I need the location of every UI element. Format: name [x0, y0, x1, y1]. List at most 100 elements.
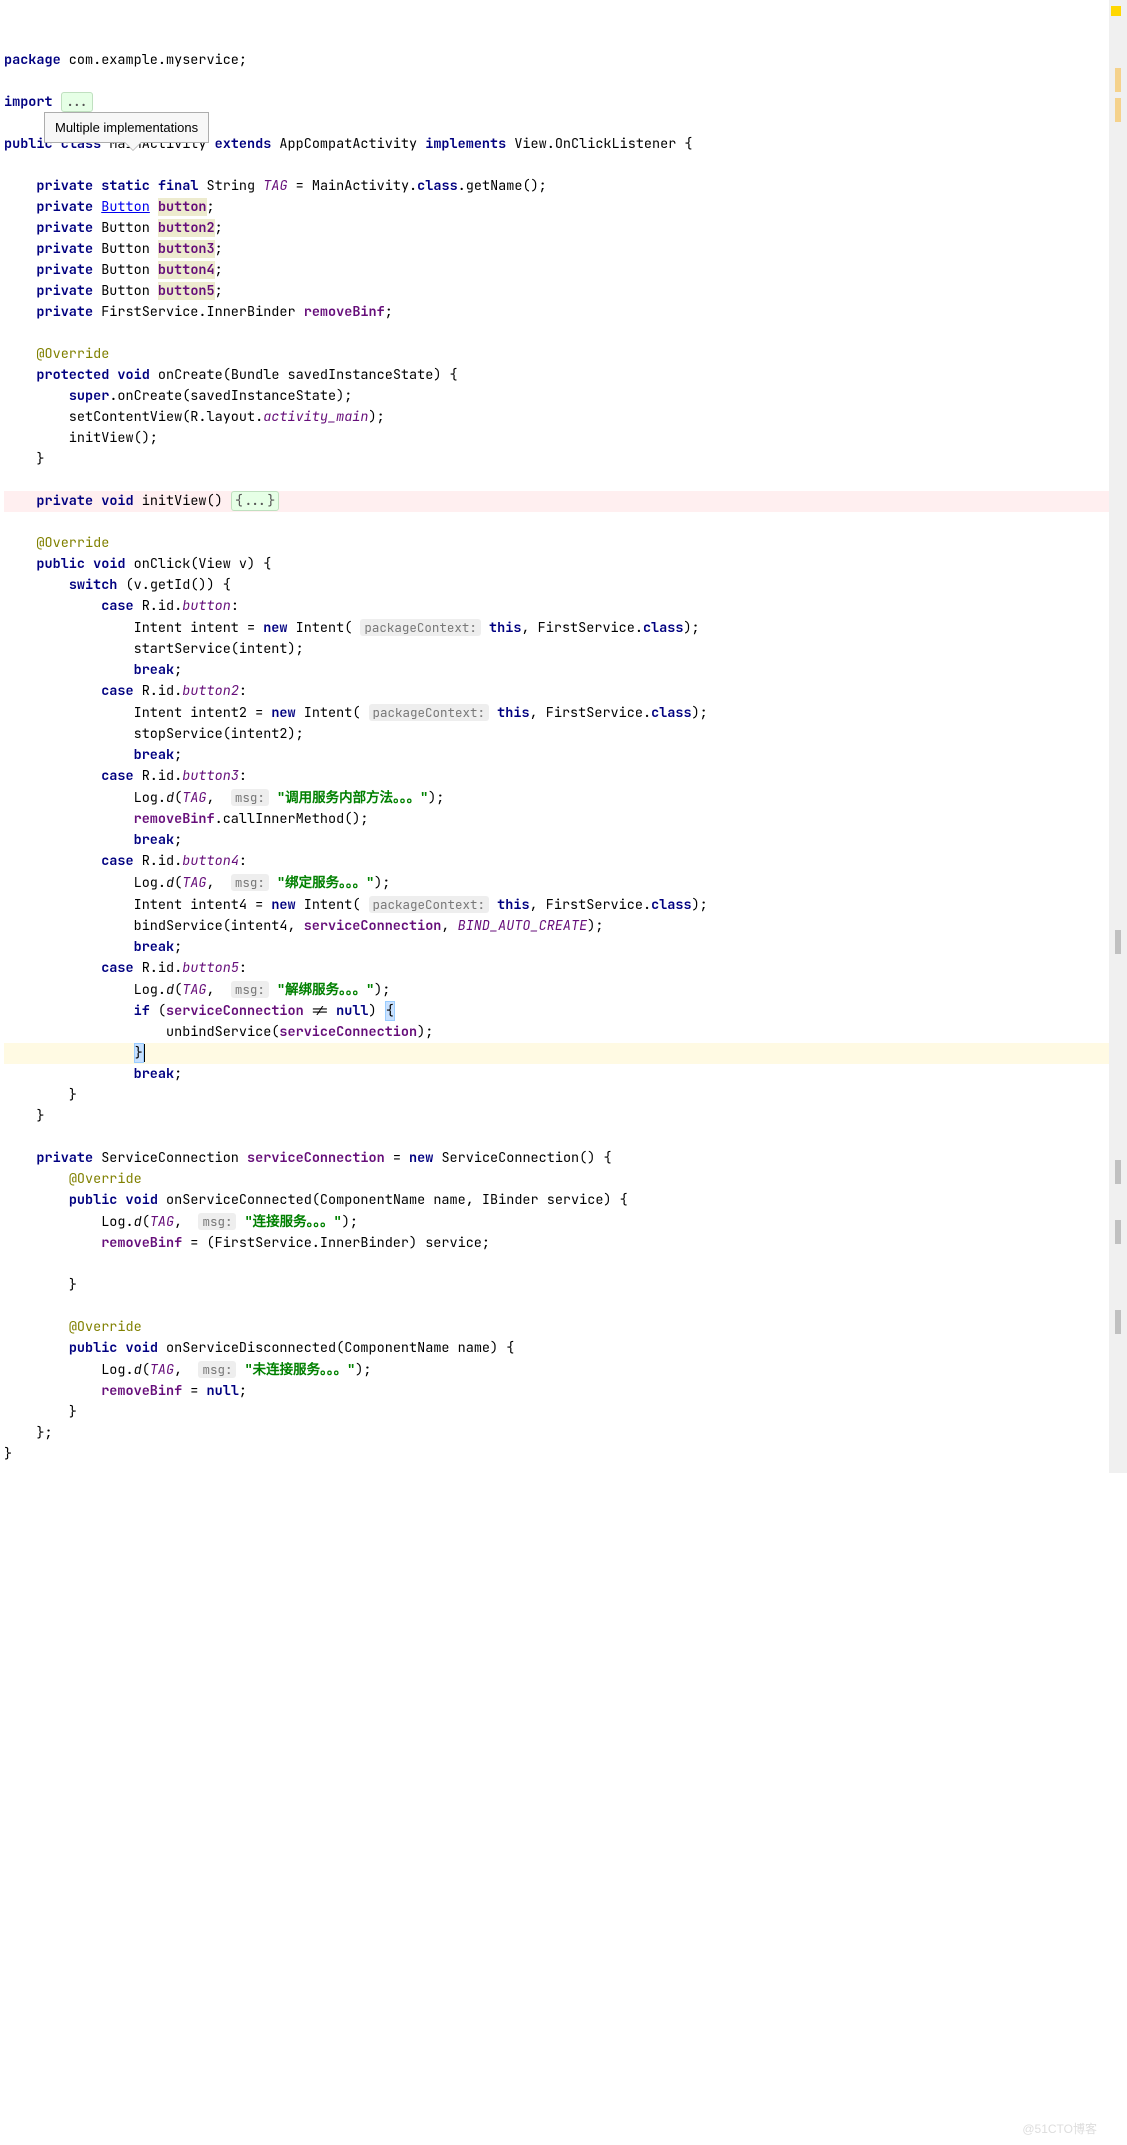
field-button2: button2	[158, 219, 215, 237]
field-removeBinf: removeBinf	[101, 1382, 182, 1400]
anno-override: @Override	[36, 345, 109, 363]
comma: ,	[207, 981, 231, 999]
log3-head: Log.	[4, 789, 166, 807]
kw-class-lit: class	[417, 177, 458, 195]
sp	[236, 1213, 244, 1231]
assign-head	[4, 1234, 101, 1252]
colon: :	[239, 852, 247, 870]
kw-this: this	[489, 619, 521, 637]
sclog2-head: Log.	[4, 1361, 134, 1379]
kw-new: new	[271, 896, 295, 914]
log-tag: TAG	[182, 789, 206, 807]
if-p: (	[150, 1002, 166, 1020]
change-marker[interactable]	[1115, 930, 1121, 954]
intent2-end: );	[692, 704, 708, 722]
type-button: Button	[93, 282, 158, 300]
log-tag: TAG	[150, 1213, 174, 1231]
onServiceConnected-sig: onServiceConnected(ComponentName name, I…	[158, 1191, 628, 1209]
watermark: @51CTO博客	[1022, 2120, 1097, 2137]
p1: (	[142, 1213, 150, 1231]
bind-head: bindService(intent4,	[4, 917, 304, 935]
log-str: "连接服务。。。"	[245, 1213, 342, 1231]
kw-private: private	[36, 303, 93, 321]
tag-tail: .getName();	[458, 177, 547, 195]
kw-break: break	[134, 938, 175, 956]
kw-break: break	[134, 831, 175, 849]
initView-call: initView();	[4, 429, 158, 447]
warning-marker[interactable]	[1115, 68, 1121, 92]
change-marker[interactable]	[1115, 1160, 1121, 1184]
semi: ;	[385, 303, 393, 321]
field-button5: button5	[158, 282, 215, 300]
p1: (	[142, 1361, 150, 1379]
intent4-tail: , FirstService.	[530, 896, 652, 914]
intent4-mid: Intent(	[296, 896, 369, 914]
case-id: button5	[182, 959, 239, 977]
pkg-name: com.example.myservice;	[61, 51, 247, 69]
field-removeBinf: removeBinf	[101, 1234, 182, 1252]
kw-private: private	[36, 492, 93, 510]
log-tag: TAG	[182, 874, 206, 892]
sc-type: ServiceConnection	[93, 1149, 247, 1167]
log-d: d	[166, 789, 174, 807]
log-tag: TAG	[182, 981, 206, 999]
kw-new: new	[271, 704, 295, 722]
p1: (	[174, 874, 182, 892]
kw-public: public	[69, 1339, 118, 1357]
call-tail: .callInnerMethod();	[215, 810, 369, 828]
analysis-indicator[interactable]	[1111, 6, 1121, 16]
assign-tail: = (FirstService.InnerBinder) service;	[182, 1234, 490, 1252]
sc-eq: =	[385, 1149, 409, 1167]
case-id: button2	[182, 682, 239, 700]
log5-head: Log.	[4, 981, 166, 999]
if-neq: !=	[304, 1002, 336, 1020]
kw-private: private	[36, 1149, 93, 1167]
import-fold[interactable]: ...	[61, 92, 93, 112]
field-button4: button4	[158, 261, 215, 279]
sp	[269, 789, 277, 807]
intent4-head: Intent intent4 =	[4, 896, 271, 914]
kw-package: package	[4, 51, 61, 69]
kw-import: import	[4, 93, 53, 111]
onClick-sig: onClick(View v) {	[126, 555, 272, 573]
const-bind-auto: BIND_AUTO_CREATE	[458, 917, 588, 935]
type-button-link[interactable]: Button	[101, 198, 150, 216]
kw-new: new	[409, 1149, 433, 1167]
intent2-tail: , FirstService.	[530, 704, 652, 722]
field-button: button	[158, 198, 207, 216]
field-serviceConnection: serviceConnection	[304, 917, 442, 935]
kw-void: void	[101, 492, 133, 510]
log-end: );	[428, 789, 444, 807]
kw-class-lit: class	[651, 896, 692, 914]
kw-class-lit: class	[643, 619, 684, 637]
anno-override: @Override	[69, 1318, 142, 1336]
colon: :	[239, 767, 247, 785]
warning-marker[interactable]	[1115, 98, 1121, 122]
null-end: ;	[239, 1382, 247, 1400]
comma: ,	[207, 874, 231, 892]
type-button: Button	[93, 261, 158, 279]
kw-public: public	[36, 555, 85, 573]
right-gutter[interactable]	[1109, 0, 1127, 1473]
param-hint: msg:	[198, 1213, 236, 1230]
case-id: button	[182, 597, 231, 615]
kw-class-lit: class	[651, 704, 692, 722]
initView-fold[interactable]: {...}	[231, 491, 280, 511]
scv-head: setContentView(R.layout.	[4, 408, 263, 426]
change-marker[interactable]	[1115, 1310, 1121, 1334]
anno-override: @Override	[69, 1170, 142, 1188]
comma: ,	[174, 1213, 198, 1231]
code-editor[interactable]: Multiple implementations package com.exa…	[0, 0, 1109, 1473]
log-tag: TAG	[150, 1361, 174, 1379]
param-hint: packageContext:	[360, 619, 481, 636]
comma: ,	[207, 789, 231, 807]
log-d: d	[134, 1361, 142, 1379]
intent1-mid: Intent(	[288, 619, 361, 637]
kw-if: if	[134, 1002, 150, 1020]
change-marker[interactable]	[1115, 1220, 1121, 1244]
type-button: Button	[93, 240, 158, 258]
kw-null: null	[336, 1002, 368, 1020]
startService: startService(intent);	[4, 640, 304, 658]
kw-break: break	[134, 661, 175, 679]
kw-case: case	[101, 959, 133, 977]
